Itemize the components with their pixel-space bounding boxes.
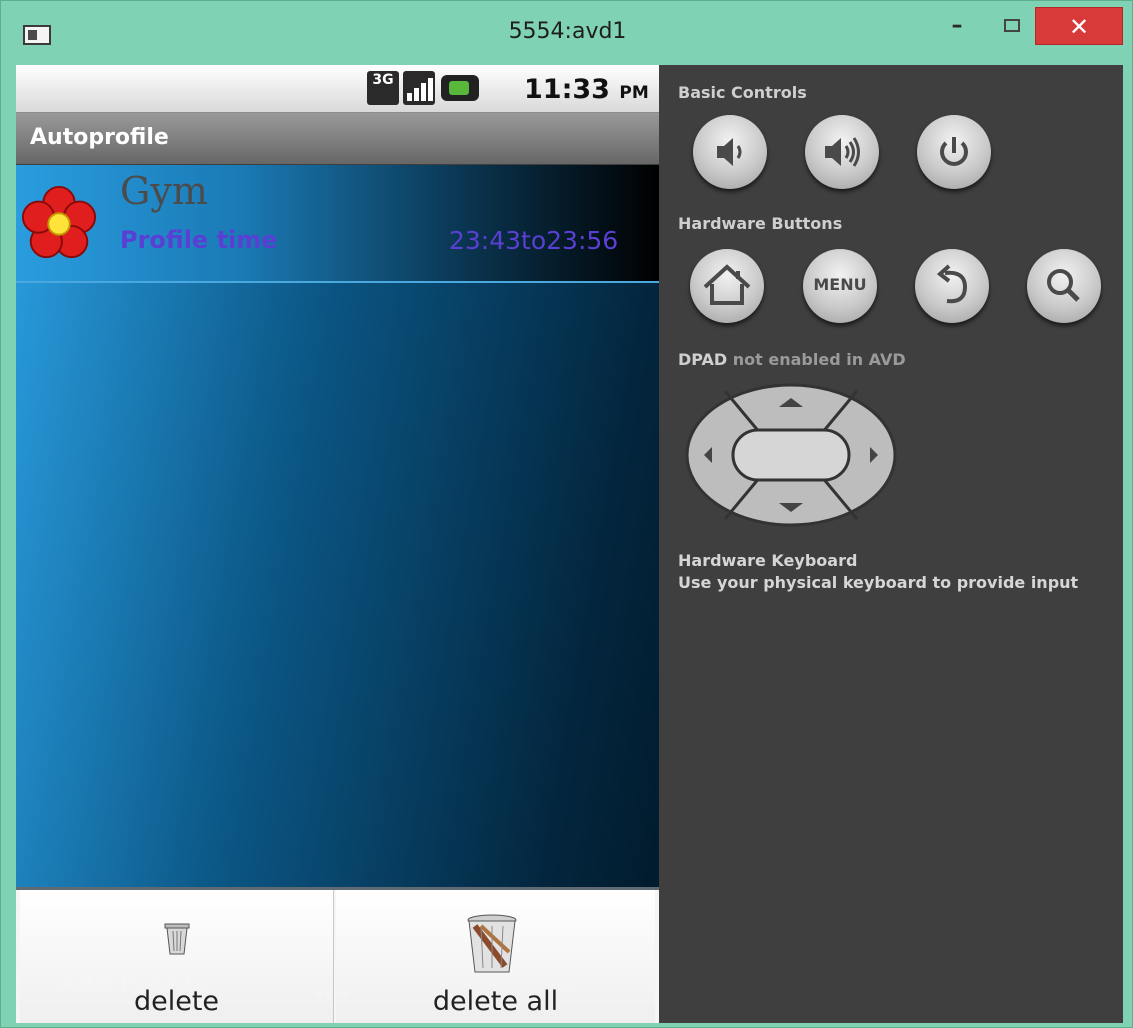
close-button[interactable]: ✕ [1035, 7, 1123, 45]
title-bar: 5554:avd1 – ✕ [1, 1, 1133, 61]
emulator-controls-panel: Basic Controls Hardware Buttons MENU DPA… [659, 65, 1123, 1023]
search-icon [1047, 269, 1080, 302]
delete-all-button[interactable]: .... re delete all [314, 890, 655, 1023]
back-button[interactable] [915, 249, 989, 323]
device-screen: 3G 11:33 PM Autoprofile Gym Profile time… [16, 65, 659, 1023]
profile-time-label: Profile time [120, 226, 278, 254]
minimize-button[interactable]: – [929, 7, 985, 45]
dpad-heading-rest: not enabled in AVD [732, 350, 906, 369]
keyboard-description: Use your physical keyboard to provide in… [678, 573, 1079, 592]
clock-time: 11:33 [524, 74, 610, 105]
home-button[interactable] [690, 249, 764, 323]
home-icon [703, 264, 751, 305]
volume-up-icon [825, 137, 860, 167]
volume-up-button[interactable] [805, 115, 879, 189]
dpad-control[interactable] [685, 383, 897, 527]
dpad-heading-strong: DPAD [678, 350, 728, 369]
full-trash-icon [467, 914, 517, 973]
profile-list: Gym Profile time 23:43to23:56 [16, 165, 659, 887]
options-menu: Add Profile delete .... re delete all [16, 887, 659, 1023]
list-item[interactable]: Gym Profile time 23:43to23:56 [16, 165, 659, 283]
menu-button[interactable]: MENU [803, 249, 877, 323]
delete-button[interactable]: Add Profile delete [20, 890, 334, 1023]
hardware-keyboard-info: Hardware Keyboard Use your physical keyb… [678, 550, 1078, 594]
delete-label: delete [133, 986, 220, 1017]
power-icon [940, 137, 968, 166]
profile-name: Gym [120, 169, 208, 213]
basic-controls-heading: Basic Controls [678, 83, 807, 102]
maximize-button[interactable] [989, 7, 1035, 45]
emulator-window: 5554:avd1 – ✕ 3G 11:33 PM Autoprofile Gy… [0, 0, 1133, 1028]
status-bar: 3G 11:33 PM [16, 65, 659, 113]
app-title: Autoprofile [30, 125, 169, 150]
power-button[interactable] [917, 115, 991, 189]
search-button[interactable] [1027, 249, 1101, 323]
profile-time-range: 23:43to23:56 [449, 226, 619, 255]
menu-button-label: MENU [813, 275, 867, 294]
network-type-icon: 3G [367, 71, 399, 105]
volume-down-button[interactable] [693, 115, 767, 189]
keyboard-title: Hardware Keyboard [678, 551, 858, 570]
back-icon [936, 264, 968, 304]
app-title-bar: Autoprofile [16, 113, 659, 165]
battery-icon [441, 75, 479, 101]
dpad-heading: DPAD not enabled in AVD [678, 350, 906, 369]
trash-icon [164, 923, 190, 955]
maximize-icon [1004, 19, 1020, 32]
signal-strength-icon [403, 71, 435, 105]
status-clock: 11:33 PM [524, 74, 649, 105]
flower-icon [21, 185, 97, 259]
delete-all-label: delete all [432, 986, 559, 1017]
clock-ampm: PM [619, 83, 649, 103]
hardware-buttons-heading: Hardware Buttons [678, 214, 843, 233]
volume-down-icon [717, 138, 742, 166]
